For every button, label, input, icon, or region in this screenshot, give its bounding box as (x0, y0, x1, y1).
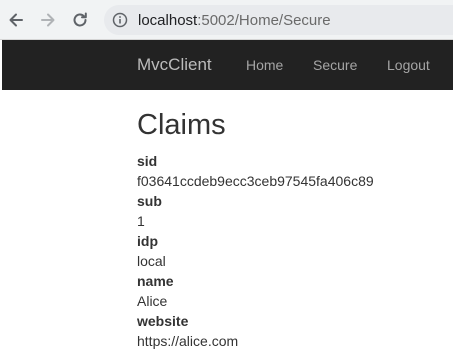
nav-link-secure[interactable]: Secure (313, 57, 357, 73)
url-text[interactable]: localhost:5002/Home/Secure (138, 12, 331, 29)
forward-button[interactable] (36, 8, 60, 32)
claim-type: name (137, 273, 174, 289)
claim-value: https://alice.com (137, 333, 239, 349)
page-title: Claims (137, 109, 226, 141)
claim-type: idp (137, 233, 158, 249)
arrow-right-icon (41, 13, 55, 27)
main-content: Claims sid f03641ccdeb9ecc3ceb97545fa406… (137, 105, 437, 351)
claim-type: sub (137, 193, 162, 209)
address-bar[interactable]: localhost:5002/Home/Secure (104, 5, 453, 35)
url-path: :5002/Home/Secure (197, 11, 331, 29)
claim-value: Alice (137, 293, 168, 309)
arrow-left-icon (9, 13, 23, 27)
claim-value: f03641ccdeb9ecc3ceb97545fa406c89 (137, 173, 374, 189)
info-icon[interactable] (112, 12, 128, 28)
reload-icon (73, 12, 87, 27)
claim-value: local (137, 253, 166, 269)
url-host: localhost (138, 11, 198, 29)
nav-link-home[interactable]: Home (246, 57, 283, 73)
browser-toolbar: localhost:5002/Home/Secure (0, 0, 453, 40)
claim-type: website (137, 313, 189, 329)
claim-type: sid (137, 153, 158, 169)
claims-list: sid f03641ccdeb9ecc3ceb97545fa406c89 sub… (137, 151, 437, 351)
brand-link[interactable]: MvcClient (137, 55, 212, 75)
navbar: MvcClient Home Secure Logout (2, 40, 453, 90)
back-button[interactable] (4, 8, 28, 32)
claim-value: 1 (137, 213, 145, 229)
nav-link-logout[interactable]: Logout (387, 57, 430, 73)
reload-button[interactable] (68, 8, 92, 32)
